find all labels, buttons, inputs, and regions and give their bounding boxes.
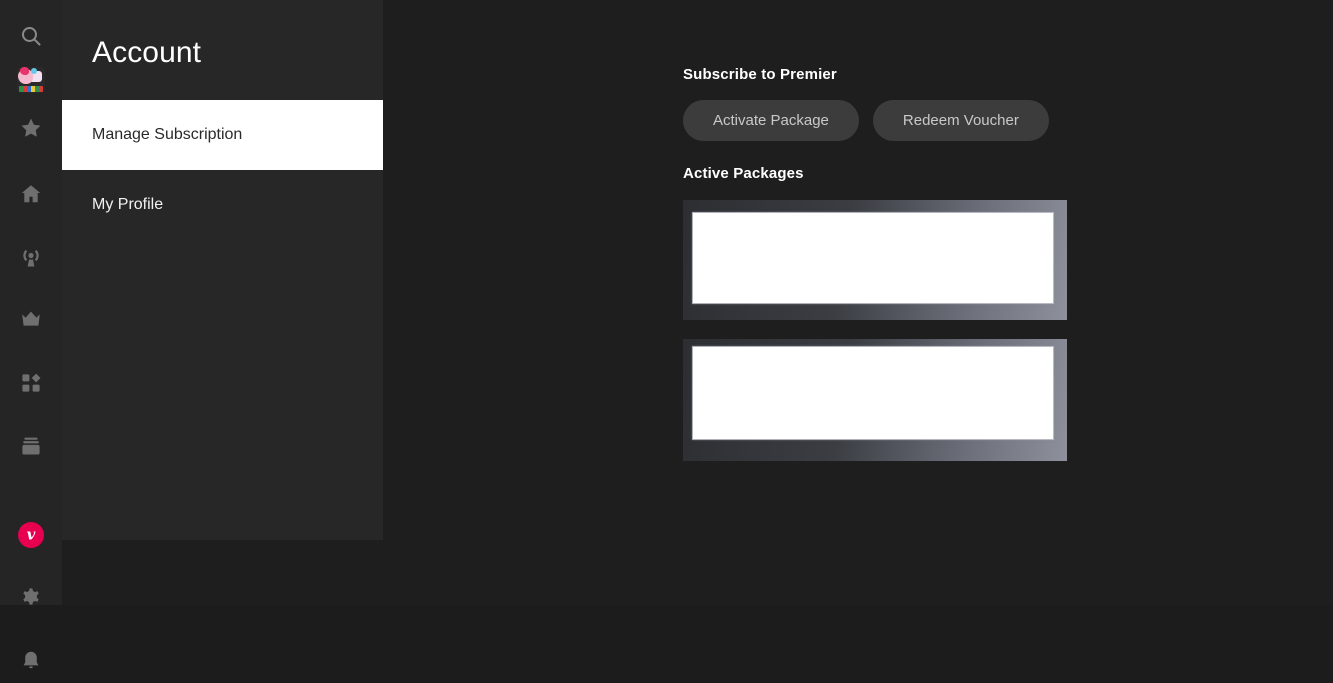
home-icon bbox=[21, 185, 41, 203]
redeem-voucher-button[interactable]: Redeem Voucher bbox=[872, 100, 1049, 141]
rail-item-premium[interactable] bbox=[0, 298, 62, 342]
viu-brand-icon: v bbox=[18, 522, 44, 548]
broadcast-icon bbox=[23, 249, 39, 267]
page-title: Account bbox=[92, 36, 202, 69]
sidebar-item-label: My Profile bbox=[92, 196, 164, 213]
avatar-color-strip bbox=[19, 86, 43, 92]
rail-item-categories[interactable] bbox=[0, 361, 62, 405]
box-stack-icon bbox=[22, 437, 40, 455]
gear-icon bbox=[23, 588, 39, 605]
rail-item-search[interactable] bbox=[0, 14, 62, 58]
app-root: v Account Manage Subscription My Profile… bbox=[0, 0, 1333, 669]
package-card[interactable] bbox=[683, 200, 1067, 320]
crown-icon bbox=[22, 311, 40, 326]
bell-icon bbox=[23, 651, 39, 669]
rail-item-viu-brand[interactable]: v bbox=[0, 513, 62, 557]
star-icon bbox=[21, 118, 41, 137]
activate-package-button[interactable]: Activate Package bbox=[683, 100, 859, 141]
account-nav-list: Manage Subscription My Profile bbox=[62, 100, 383, 240]
rail-item-live[interactable] bbox=[0, 235, 62, 279]
rail-item-settings[interactable] bbox=[0, 576, 62, 620]
account-sidebar-panel: Account Manage Subscription My Profile bbox=[62, 0, 383, 540]
rail-item-notifications[interactable] bbox=[0, 639, 62, 683]
rail-item-home[interactable] bbox=[0, 172, 62, 216]
icon-rail: v bbox=[0, 0, 62, 669]
package-card-placeholder bbox=[693, 213, 1053, 303]
package-card-placeholder bbox=[693, 347, 1053, 439]
profile-avatar bbox=[17, 67, 45, 93]
package-card[interactable] bbox=[683, 339, 1067, 461]
viu-brand-letter: v bbox=[26, 525, 36, 543]
subscribe-button-row: Activate Package Redeem Voucher bbox=[683, 100, 1049, 141]
sidebar-item-my-profile[interactable]: My Profile bbox=[62, 170, 383, 240]
subscribe-to-premier-heading: Subscribe to Premier bbox=[683, 66, 837, 83]
rail-item-profile[interactable] bbox=[0, 58, 62, 102]
rail-item-favourites[interactable] bbox=[0, 106, 62, 150]
sidebar-item-label: Manage Subscription bbox=[92, 126, 243, 143]
active-packages-list bbox=[683, 200, 1067, 461]
active-packages-heading: Active Packages bbox=[683, 165, 804, 182]
sidebar-item-manage-subscription[interactable]: Manage Subscription bbox=[62, 100, 383, 170]
main-content: Subscribe to Premier Activate Package Re… bbox=[683, 0, 1333, 605]
search-icon bbox=[22, 27, 41, 46]
apps-grid-icon bbox=[22, 373, 41, 392]
rail-item-library[interactable] bbox=[0, 424, 62, 468]
